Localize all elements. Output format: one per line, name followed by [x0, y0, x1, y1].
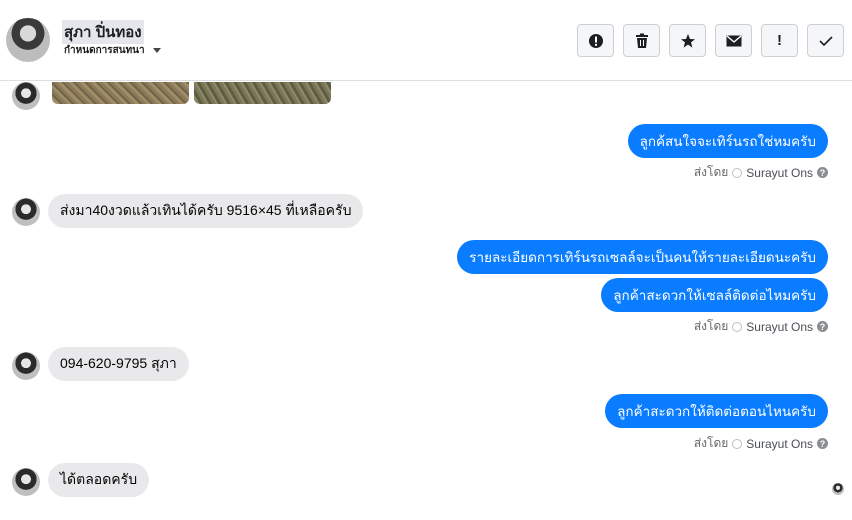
help-icon[interactable]: ?: [817, 438, 828, 449]
mark-unread-button[interactable]: [715, 24, 752, 57]
contact-avatar-small: [12, 352, 40, 380]
photo-attachment[interactable]: [194, 82, 331, 104]
header-actions: !: [577, 24, 844, 57]
star-icon: [680, 33, 695, 48]
sent-check-icon: [732, 438, 743, 449]
sent-check-icon: [732, 321, 743, 332]
sent-by-info: ส่งโดย Surayut Ons ?: [694, 434, 828, 453]
sent-by-label: ส่งโดย: [693, 436, 729, 450]
sent-by-info: ส่งโดย Surayut Ons ?: [694, 163, 828, 182]
mark-done-button[interactable]: [807, 24, 844, 57]
contact-name[interactable]: สุภา ปิ่นทอง: [62, 20, 144, 44]
incoming-message: ได้ตลอดครับ: [48, 463, 150, 497]
star-button[interactable]: [669, 24, 706, 57]
conversation-header: สุภา ปิ่นทอง กำหนดการสนทนา !: [0, 0, 852, 81]
sender-name[interactable]: Surayut Ons: [746, 166, 813, 180]
photo-attachments: [52, 82, 331, 104]
photo-attachment[interactable]: [52, 82, 189, 104]
follow-up-button[interactable]: !: [761, 24, 798, 57]
contact-avatar[interactable]: [6, 18, 50, 62]
incoming-message: 094-620-9795 สุภา: [48, 347, 189, 381]
outgoing-message: รายละเอียดการเทิร์นรถเซลล์จะเป็นคนให้ราย…: [457, 240, 828, 274]
sender-name[interactable]: Surayut Ons: [746, 320, 813, 334]
caret-down-icon: [152, 48, 161, 53]
contact-avatar-small: [12, 82, 40, 110]
incoming-message: ส่งมา40งวดแล้วเทินได้ครับ 9516×45 ที่เหล…: [48, 194, 364, 228]
conversation-assign-dropdown[interactable]: กำหนดการสนทนา: [64, 43, 161, 58]
contact-avatar-small: [12, 468, 40, 496]
seen-by-avatar: [832, 483, 844, 495]
exclamation-icon: !: [777, 32, 782, 49]
help-icon[interactable]: ?: [817, 167, 828, 178]
sent-by-info: ส่งโดย Surayut Ons ?: [694, 317, 828, 336]
sender-name[interactable]: Surayut Ons: [746, 437, 813, 451]
outgoing-message: ลูกค้าสะดวกให้ติดต่อตอนไหนครับ: [605, 394, 828, 428]
mark-spam-button[interactable]: [577, 24, 614, 57]
conversation-assign-label: กำหนดการสนทนา: [64, 45, 145, 56]
outgoing-message: ลูกค้สนใจจะเทิร์นรถใช่หมครับ: [627, 124, 828, 158]
outgoing-message: ลูกค้าสะดวกให้เซลล์ติดต่อไหมครับ: [601, 278, 828, 312]
sent-check-icon: [732, 167, 743, 178]
contact-avatar-small: [12, 198, 40, 226]
sent-by-label: ส่งโดย: [693, 165, 729, 179]
help-icon[interactable]: ?: [817, 321, 828, 332]
delete-button[interactable]: [623, 24, 660, 57]
sent-by-label: ส่งโดย: [693, 319, 729, 333]
alert-circle-icon: [588, 33, 603, 48]
trash-icon: [635, 33, 648, 48]
mail-icon: [726, 34, 741, 46]
checkmark-icon: [818, 35, 833, 46]
